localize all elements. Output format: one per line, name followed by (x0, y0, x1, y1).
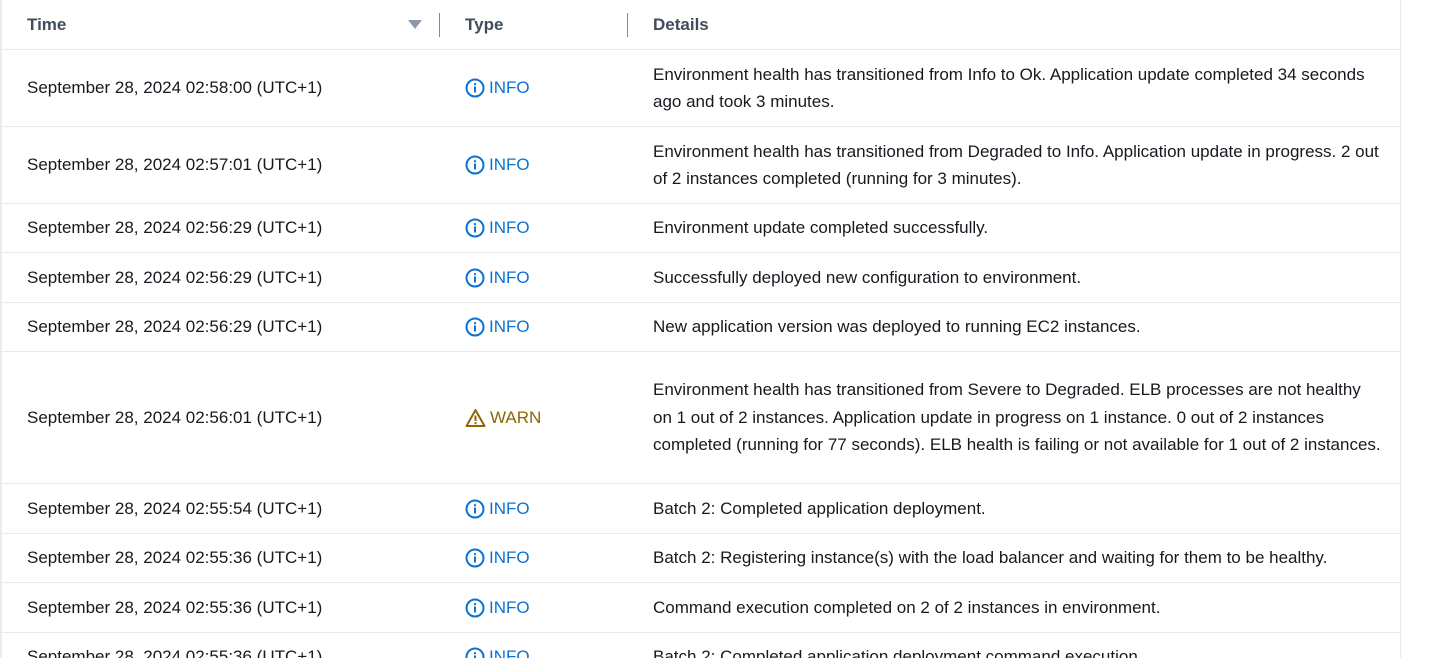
event-details: Successfully deployed new configuration … (653, 267, 1082, 287)
column-header-details[interactable]: Details (653, 0, 709, 49)
event-time: September 28, 2024 02:56:29 (UTC+1) (27, 218, 323, 237)
event-type-label: INFO (489, 155, 530, 174)
column-header-type[interactable]: Type (465, 0, 625, 49)
event-details: Batch 2: Completed application deploymen… (653, 647, 1143, 658)
event-time: September 28, 2024 02:56:29 (UTC+1) (27, 317, 323, 336)
event-type: WARN (465, 352, 635, 483)
info-icon (465, 548, 485, 568)
event-type: INFO (465, 50, 635, 126)
event-type-badge: INFO (465, 317, 530, 337)
event-details: Environment health has transitioned from… (653, 380, 1381, 455)
event-details: New application version was deployed to … (653, 317, 1141, 337)
event-time: September 28, 2024 02:55:54 (UTC+1) (27, 498, 323, 518)
event-type-badge: WARN (465, 408, 541, 428)
info-icon (465, 598, 485, 618)
event-type-badge: INFO (465, 647, 530, 658)
event-type-label: INFO (489, 647, 530, 658)
event-type-badge: INFO (465, 218, 530, 238)
warning-icon (465, 408, 486, 428)
table-row[interactable]: September 28, 2024 02:56:29 (UTC+1) INFO S… (2, 253, 1400, 303)
event-details: Batch 2: Completed application deploymen… (653, 498, 986, 518)
event-time: September 28, 2024 02:56:29 (UTC+1) (27, 267, 323, 287)
info-icon (465, 317, 485, 337)
table-row[interactable]: September 28, 2024 02:56:01 (UTC+1) WARN E… (2, 352, 1400, 484)
column-header-time[interactable]: Time (27, 0, 437, 49)
event-type: INFO (465, 253, 635, 302)
info-icon (465, 78, 485, 98)
event-time: September 28, 2024 02:56:01 (UTC+1) (27, 407, 323, 427)
event-type: INFO (465, 633, 635, 658)
event-type-label: INFO (489, 267, 530, 287)
table-row[interactable]: September 28, 2024 02:55:54 (UTC+1) INFO B… (2, 484, 1400, 534)
sort-descending-icon[interactable] (408, 20, 422, 29)
info-icon (465, 499, 485, 519)
event-details: Batch 2: Registering instance(s) with th… (653, 548, 1328, 568)
column-header-details-label: Details (653, 15, 709, 34)
event-type-badge: INFO (465, 548, 530, 568)
event-type-label: INFO (489, 548, 530, 567)
event-type-label: INFO (489, 78, 530, 97)
event-type: INFO (465, 303, 635, 351)
table-row[interactable]: September 28, 2024 02:55:36 (UTC+1) INFO B… (2, 633, 1400, 658)
event-type: INFO (465, 127, 635, 203)
event-time: September 28, 2024 02:58:00 (UTC+1) (27, 78, 323, 97)
event-time: September 28, 2024 02:57:01 (UTC+1) (27, 155, 323, 174)
event-type-label: INFO (489, 317, 530, 336)
table-row[interactable]: September 28, 2024 02:58:00 (UTC+1) INFO E… (2, 50, 1400, 127)
event-type-label: WARN (490, 407, 542, 427)
event-details: Command execution completed on 2 of 2 in… (653, 597, 1161, 617)
table-body: September 28, 2024 02:58:00 (UTC+1) INFO E… (2, 50, 1400, 658)
event-time: September 28, 2024 02:55:36 (UTC+1) (27, 597, 323, 617)
event-type: INFO (465, 534, 635, 582)
event-type-label: INFO (489, 498, 530, 518)
info-icon (465, 218, 485, 238)
event-time: September 28, 2024 02:55:36 (UTC+1) (27, 647, 323, 658)
table-row[interactable]: September 28, 2024 02:57:01 (UTC+1) INFO E… (2, 127, 1400, 204)
event-details: Environment health has transitioned from… (653, 64, 1365, 112)
table-row[interactable]: September 28, 2024 02:56:29 (UTC+1) INFO N… (2, 303, 1400, 352)
event-type-label: INFO (489, 218, 530, 237)
event-type: INFO (465, 583, 635, 632)
event-type-badge: INFO (465, 598, 530, 618)
table-row[interactable]: September 28, 2024 02:56:29 (UTC+1) INFO E… (2, 204, 1400, 253)
column-header-type-label: Type (465, 15, 504, 34)
event-type-badge: INFO (465, 499, 530, 519)
column-resizer[interactable] (439, 13, 440, 37)
info-icon (465, 647, 485, 658)
page-gutter (1401, 0, 1448, 658)
event-details: Environment health has transitioned from… (653, 141, 1379, 189)
column-resizer[interactable] (627, 13, 628, 37)
table-row[interactable]: September 28, 2024 02:55:36 (UTC+1) INFO C… (2, 583, 1400, 633)
events-table: Time Type Details September 28, 2024 02:… (0, 0, 1401, 658)
event-type: INFO (465, 204, 635, 252)
event-type-badge: INFO (465, 155, 530, 175)
event-type-badge: INFO (465, 268, 530, 288)
table-row[interactable]: September 28, 2024 02:55:36 (UTC+1) INFO B… (2, 534, 1400, 583)
table-header: Time Type Details (2, 0, 1400, 50)
event-time: September 28, 2024 02:55:36 (UTC+1) (27, 548, 323, 567)
info-icon (465, 155, 485, 175)
event-type: INFO (465, 484, 635, 533)
event-type-label: INFO (489, 597, 530, 617)
event-type-badge: INFO (465, 78, 530, 98)
column-header-time-label: Time (27, 15, 67, 34)
info-icon (465, 268, 485, 288)
event-details: Environment update completed successfull… (653, 218, 989, 238)
